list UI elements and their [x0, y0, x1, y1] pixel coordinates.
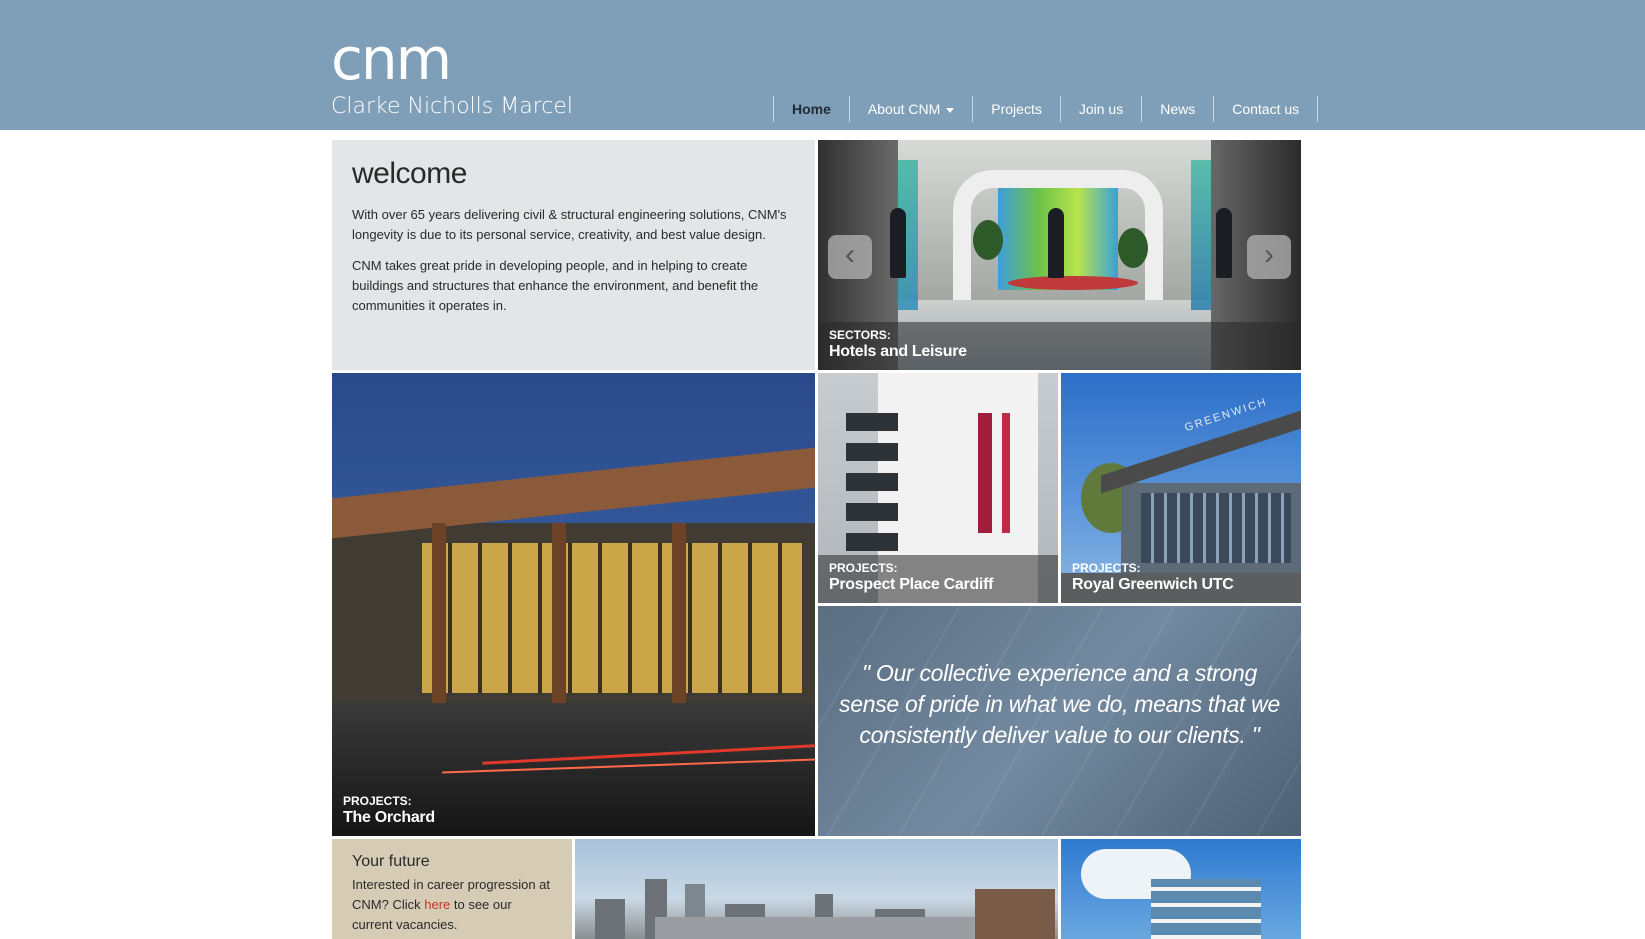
- tile-kicker: PROJECTS:: [343, 794, 412, 808]
- nav-contact-us[interactable]: Contact us: [1214, 96, 1319, 122]
- careers-text: Interested in career progression at CNM?…: [352, 875, 552, 935]
- welcome-title: welcome: [352, 157, 467, 190]
- nav-about-label: About CNM: [867, 101, 941, 117]
- project-tile-skyline[interactable]: [575, 839, 1058, 939]
- sector-slider[interactable]: ‹ › SECTORS: Hotels and Leisure: [818, 140, 1301, 370]
- tile-image-pillar: [432, 523, 446, 723]
- project-tile-orchard[interactable]: PROJECTS: The Orchard: [332, 373, 815, 836]
- tile-image-pillar: [552, 523, 566, 723]
- tile-image-tower: [1151, 879, 1261, 939]
- tile-caption[interactable]: PROJECTS: Royal Greenwich UTC: [1061, 555, 1301, 603]
- nav-home[interactable]: Home: [774, 96, 850, 122]
- chevron-right-icon: ›: [1264, 238, 1274, 271]
- slide-image-person: [890, 208, 906, 278]
- tile-image-balcony: [846, 443, 898, 461]
- tile-image-pillar: [672, 523, 686, 723]
- tile-image-balcony: [846, 533, 898, 551]
- tile-kicker: PROJECTS:: [1072, 561, 1141, 575]
- tile-title: Royal Greenwich UTC: [1072, 576, 1234, 593]
- quote-panel: " Our collective experience and a strong…: [818, 606, 1301, 836]
- tile-image-building: [975, 889, 1055, 939]
- nav-news[interactable]: News: [1142, 96, 1215, 122]
- careers-link[interactable]: here: [424, 897, 450, 912]
- tile-title: Prospect Place Cardiff: [829, 576, 994, 593]
- slide-image-person: [1216, 208, 1232, 278]
- slide-image-person: [1048, 208, 1064, 278]
- slider-prev-button[interactable]: ‹: [828, 235, 872, 279]
- tile-image-windows: [1141, 493, 1291, 563]
- nav-about[interactable]: About CNM: [850, 96, 974, 122]
- slider-next-button[interactable]: ›: [1247, 235, 1291, 279]
- tile-caption[interactable]: PROJECTS: Prospect Place Cardiff: [818, 555, 1058, 603]
- nav-projects[interactable]: Projects: [973, 96, 1061, 122]
- careers-title: Your future: [352, 853, 430, 870]
- tile-image-balcony: [846, 503, 898, 521]
- project-tile-prospect-place[interactable]: PROJECTS: Prospect Place Cardiff: [818, 373, 1058, 603]
- tile-kicker: PROJECTS:: [829, 561, 898, 575]
- slide-image-rug: [1008, 276, 1138, 290]
- slide-image-plant: [1118, 228, 1148, 268]
- logo-mark[interactable]: cnm: [331, 30, 452, 88]
- main-nav: Home About CNM Projects Join us News Con…: [773, 96, 1319, 122]
- welcome-panel: welcome With over 65 years delivering ci…: [332, 140, 815, 370]
- tile-image-rooftop: [655, 917, 975, 939]
- project-tile-royal-greenwich[interactable]: GREENWICH PROJECTS: Royal Greenwich UTC: [1061, 373, 1301, 603]
- logo-company-name[interactable]: Clarke Nicholls Marcel: [331, 96, 573, 118]
- tile-caption[interactable]: PROJECTS: The Orchard: [332, 788, 815, 836]
- chevron-down-icon: [946, 107, 955, 113]
- slide-image-plant: [973, 220, 1003, 260]
- welcome-paragraph-1: With over 65 years delivering civil & st…: [352, 207, 787, 242]
- tile-image-balcony: [846, 413, 898, 431]
- slide-caption[interactable]: SECTORS: Hotels and Leisure: [818, 322, 1301, 370]
- project-tile-glass-tower[interactable]: [1061, 839, 1301, 939]
- nav-join-us[interactable]: Join us: [1061, 96, 1143, 122]
- tile-image-glass-facade: [422, 543, 802, 693]
- tile-image-accent: [1002, 413, 1010, 533]
- quote-text: " Our collective experience and a strong…: [839, 660, 1280, 748]
- tile-image-balcony: [846, 473, 898, 491]
- tile-image-accent: [978, 413, 992, 533]
- welcome-paragraph-2: CNM takes great pride in developing peop…: [352, 258, 759, 313]
- slide-title: Hotels and Leisure: [829, 343, 967, 360]
- careers-panel: Your future Interested in career progres…: [332, 839, 572, 939]
- slide-kicker: SECTORS:: [829, 328, 891, 342]
- site-header: cnm Clarke Nicholls Marcel Home About CN…: [0, 0, 1645, 130]
- tile-title: The Orchard: [343, 809, 435, 826]
- chevron-left-icon: ‹: [845, 238, 855, 271]
- tile-image-building: [595, 899, 625, 939]
